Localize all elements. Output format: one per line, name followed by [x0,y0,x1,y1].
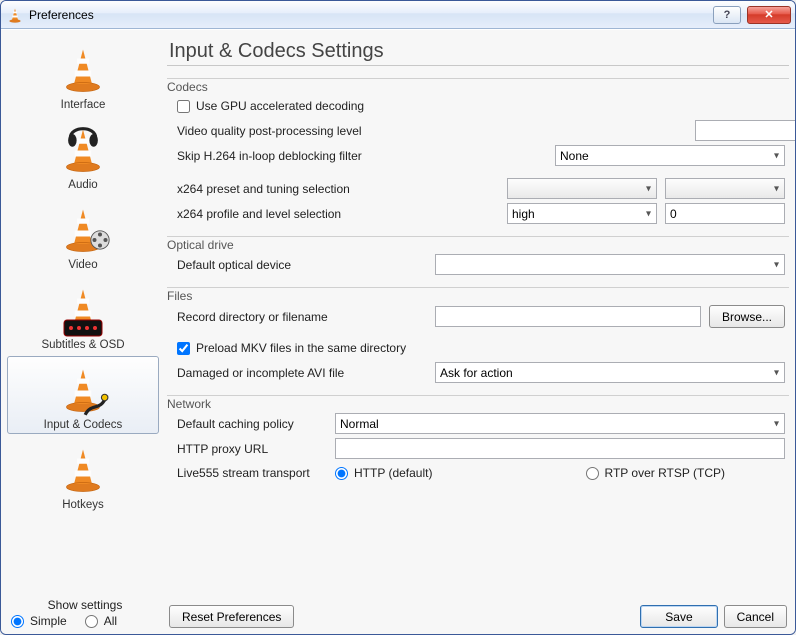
sidebar-item-interface[interactable]: Interface [7,36,159,114]
skip-loop-label: Skip H.264 in-loop deblocking filter [177,149,427,163]
cone-icon [59,45,107,93]
film-reel-icon [89,229,111,251]
section-optical: Optical drive Default optical device [167,236,789,277]
cone-icon [59,445,107,493]
live555-label: Live555 stream transport [177,466,327,480]
gpu-decoding-input[interactable] [177,100,190,113]
show-settings-group: Show settings Simple All [9,598,161,628]
cables-icon [83,391,109,417]
sidebar-item-label: Interface [61,99,106,111]
skip-loop-combo[interactable]: None [555,145,785,166]
postproc-spin[interactable]: ▲▼ [695,120,785,141]
client-area: Interface Audio [1,29,795,634]
sidebar-item-label: Subtitles & OSD [41,339,124,351]
show-settings-label: Show settings [9,598,161,612]
preferences-window: Preferences ? ✕ Interface [0,0,796,635]
help-button[interactable]: ? [713,6,741,24]
show-settings-all-radio[interactable]: All [85,614,117,628]
section-codecs: Codecs Use GPU accelerated decoding Vide… [167,78,789,226]
show-settings-simple-radio[interactable]: Simple [11,614,67,628]
x264-profile-combo[interactable]: high [507,203,657,224]
section-legend: Optical drive [167,238,238,252]
damaged-avi-combo[interactable]: Ask for action [435,362,785,383]
preload-mkv-input[interactable] [177,342,190,355]
record-dir-label: Record directory or filename [177,310,427,324]
sidebar-item-label: Audio [68,179,97,191]
caching-combo[interactable]: Normal [335,413,785,434]
section-files: Files Record directory or filename Brows… [167,287,789,385]
save-button[interactable]: Save [640,605,717,628]
damaged-avi-label: Damaged or incomplete AVI file [177,366,427,380]
optical-device-combo[interactable] [435,254,785,275]
live555-rtp-radio[interactable]: RTP over RTSP (TCP) [586,466,725,480]
reset-preferences-button[interactable]: Reset Preferences [169,605,294,628]
section-legend: Files [167,289,196,303]
preload-mkv-label: Preload MKV files in the same directory [196,341,406,355]
live555-http-radio[interactable]: HTTP (default) [335,466,432,480]
preload-mkv-checkbox[interactable]: Preload MKV files in the same directory [177,341,406,355]
sidebar-item-video[interactable]: Video [7,196,159,274]
sidebar-item-subtitles-osd[interactable]: Subtitles & OSD [7,276,159,354]
app-icon [7,7,23,23]
sidebar-item-label: Hotkeys [62,499,104,511]
category-sidebar: Interface Audio [7,34,159,592]
sidebar-item-hotkeys[interactable]: Hotkeys [7,436,159,514]
sidebar-item-audio[interactable]: Audio [7,116,159,194]
browse-button[interactable]: Browse... [709,305,785,328]
x264-tuning-combo[interactable] [665,178,785,199]
cancel-button[interactable]: Cancel [724,605,787,628]
sidebar-item-label: Video [68,259,97,271]
section-legend: Codecs [167,80,212,94]
page-title: Input & Codecs Settings [167,34,789,66]
x264-profile-label: x264 profile and level selection [177,207,427,221]
caching-label: Default caching policy [177,417,327,431]
postproc-input[interactable] [695,120,796,141]
sidebar-item-label: Input & Codecs [44,419,123,431]
body: Interface Audio [7,34,789,592]
optical-device-label: Default optical device [177,258,427,272]
record-dir-input[interactable] [435,306,701,327]
footer: Show settings Simple All Reset Preferenc… [7,596,789,628]
close-button[interactable]: ✕ [747,6,791,24]
osd-icon [63,319,103,337]
postproc-label: Video quality post-processing level [177,124,427,138]
titlebar: Preferences ? ✕ [1,1,795,29]
http-proxy-input[interactable] [335,438,785,459]
window-title: Preferences [29,8,707,22]
x264-preset-combo[interactable] [507,178,657,199]
gpu-decoding-checkbox[interactable]: Use GPU accelerated decoding [177,99,364,113]
gpu-decoding-label: Use GPU accelerated decoding [196,99,364,113]
headphones-icon [66,117,100,151]
section-network: Network Default caching policy Normal HT… [167,395,789,485]
http-proxy-label: HTTP proxy URL [177,442,327,456]
settings-pane: Input & Codecs Settings Codecs Use GPU a… [167,34,789,592]
x264-preset-label: x264 preset and tuning selection [177,182,427,196]
section-legend: Network [167,397,215,411]
x264-level-input[interactable] [665,203,785,224]
sidebar-item-input-codecs[interactable]: Input & Codecs [7,356,159,434]
